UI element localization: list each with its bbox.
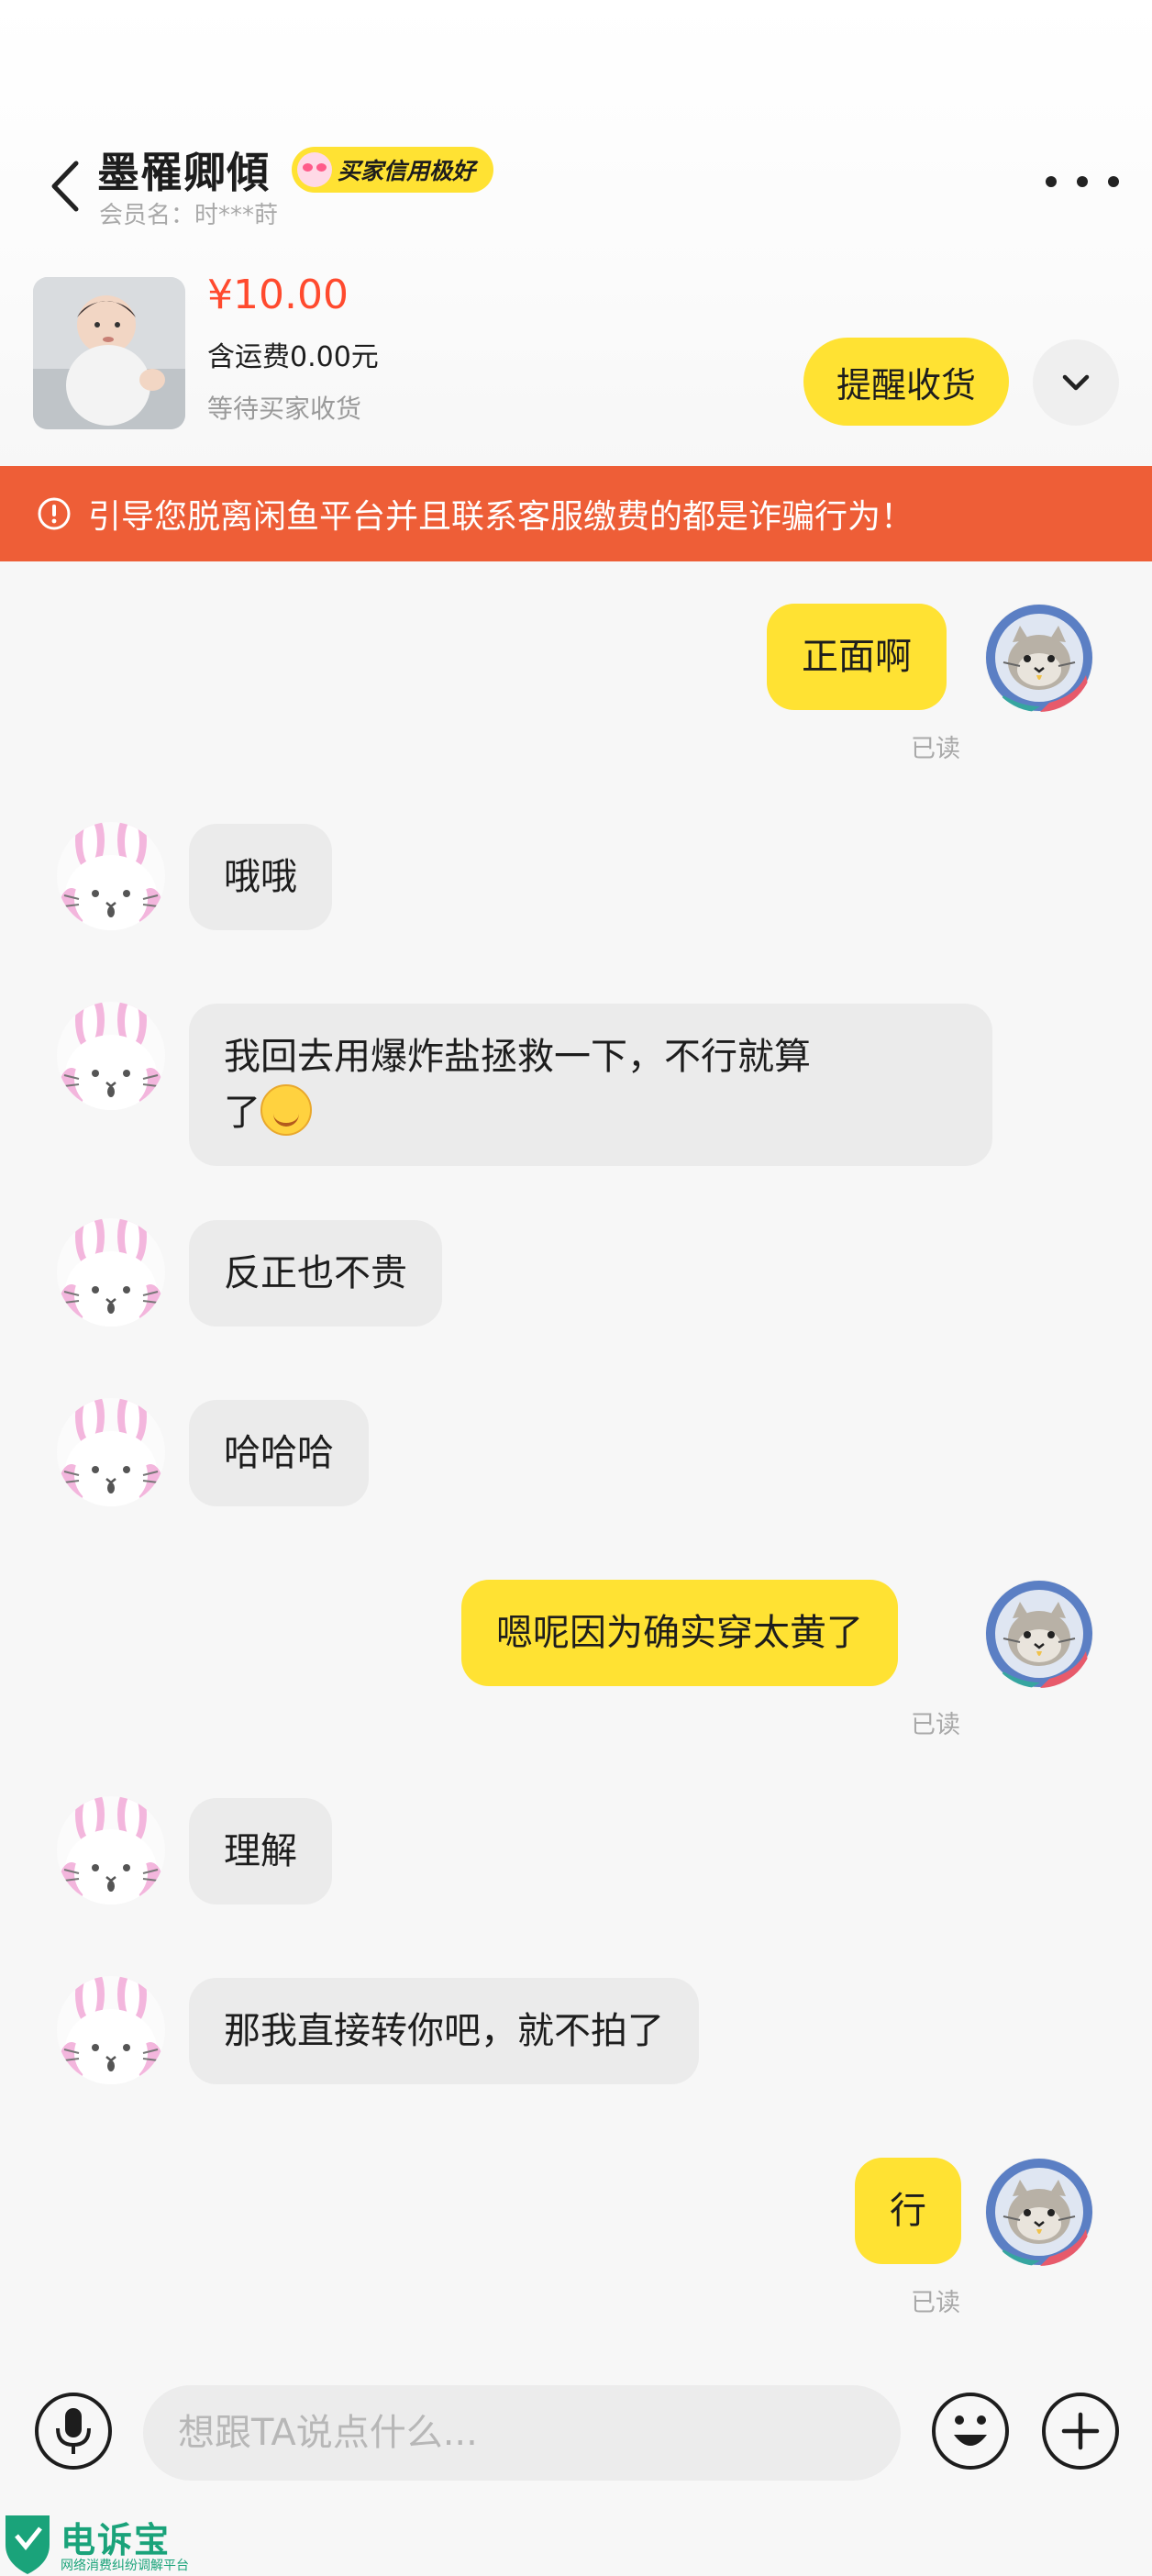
heart-eyes-icon [297,152,332,187]
more-actions-button[interactable] [1042,2393,1119,2470]
member-name: 会员名：时***莳 [99,202,279,229]
more-dot-icon [1108,176,1119,187]
message-input[interactable] [143,2385,901,2481]
message-bubble-outgoing[interactable]: 行 [855,2158,961,2264]
rabbit-avatar-image [57,822,165,930]
microphone-icon [56,2408,91,2454]
voice-input-button[interactable] [35,2393,112,2470]
read-receipt: 已读 [911,735,960,763]
message-text-line2: 了 [224,1092,260,1134]
product-price: ¥10.00 [207,272,349,318]
self-avatar[interactable] [985,604,1093,712]
remind-receipt-button[interactable]: 提醒收货 [803,338,1009,426]
chevron-down-icon [1062,374,1090,391]
alert-circle-icon [38,497,71,530]
message-bubble-incoming[interactable]: 反正也不贵 [189,1220,442,1327]
message-bubble-incoming[interactable]: 那我直接转你吧，就不拍了 [189,1978,699,2084]
grinning-sweat-emoji-icon [260,1084,312,1136]
self-avatar[interactable] [985,1580,1093,1688]
rabbit-avatar-image [57,1796,165,1904]
read-receipt: 已读 [911,1711,960,1739]
plus-icon [1061,2412,1100,2450]
order-status: 等待买家收货 [207,394,362,424]
peer-avatar[interactable] [57,1002,165,1110]
peer-avatar[interactable] [57,1976,165,2084]
more-options-button[interactable] [1046,163,1119,200]
emoji-picker-button[interactable] [932,2393,1009,2470]
more-dot-icon [1046,176,1057,187]
message-bubble-incoming[interactable]: 理解 [189,1798,332,1904]
credit-badge-label: 买家信用极好 [338,158,476,184]
peer-avatar[interactable] [57,822,165,930]
message-bubble-outgoing[interactable]: 正面啊 [767,604,947,710]
chevron-left-icon [51,161,79,212]
rabbit-avatar-image [57,1976,165,2084]
smiley-icon [954,2415,987,2446]
peer-avatar[interactable] [57,1218,165,1327]
message-bubble-incoming[interactable]: 哦哦 [189,824,332,930]
product-thumbnail[interactable] [33,277,185,429]
expand-order-button[interactable] [1033,339,1119,426]
rabbit-avatar-image [57,1218,165,1327]
fraud-warning-banner: 引导您脱离闲鱼平台并且联系客服缴费的都是诈骗行为！ [0,466,1152,561]
self-avatar[interactable] [985,2158,1093,2266]
fraud-warning-text: 引导您脱离闲鱼平台并且联系客服缴费的都是诈骗行为！ [88,498,914,536]
shipping-fee: 含运费0.00元 [207,341,379,373]
watermark-subtitle: 网络消费纠纷调解平台 [61,2559,189,2573]
more-dot-icon [1077,176,1088,187]
read-receipt: 已读 [911,2289,960,2317]
message-bubble-outgoing[interactable]: 嗯呢因为确实穿太黄了 [461,1580,898,1686]
peer-avatar[interactable] [57,1398,165,1506]
baby-photo-image [33,277,185,429]
message-text-line1: 我回去用爆炸盐拯救一下，不行就算 [224,1036,811,1078]
back-button[interactable] [42,154,88,218]
peer-avatar[interactable] [57,1796,165,1904]
cat-avatar-image [985,1580,1093,1688]
rabbit-avatar-image [57,1002,165,1110]
chat-title: 墨罹卿傾 [97,148,270,197]
watermark-name: 电诉宝 [61,2520,172,2560]
rabbit-avatar-image [57,1398,165,1506]
cat-avatar-image [985,604,1093,712]
message-bubble-incoming[interactable]: 我回去用爆炸盐拯救一下，不行就算 了 [189,1004,992,1166]
message-bubble-incoming[interactable]: 哈哈哈 [189,1400,369,1506]
cat-avatar-image [985,2158,1093,2266]
credit-badge: 买家信用极好 [292,147,494,193]
